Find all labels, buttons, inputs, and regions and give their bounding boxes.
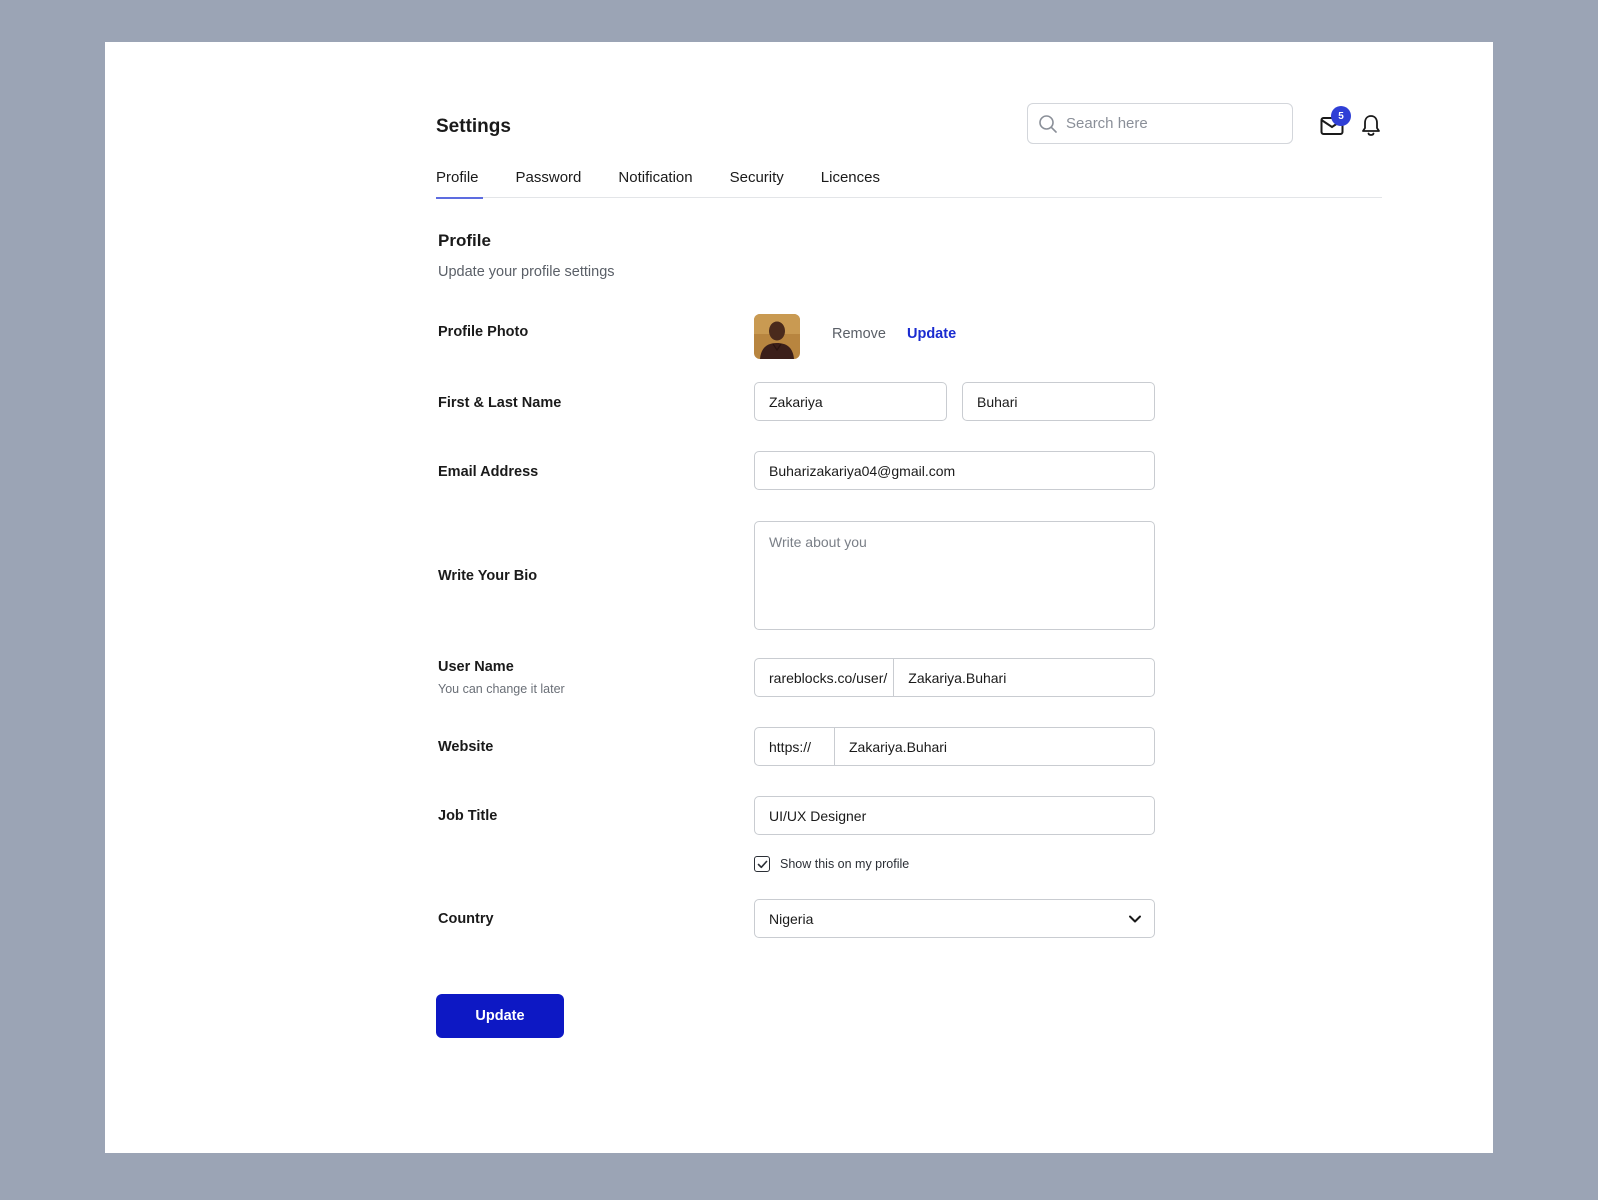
tab-profile[interactable]: Profile <box>436 166 483 199</box>
update-photo-button[interactable]: Update <box>907 326 956 342</box>
bio-textarea[interactable] <box>769 534 1140 624</box>
first-name-field[interactable] <box>754 382 947 421</box>
country-select[interactable]: Nigeria <box>754 899 1155 938</box>
page-title: Settings <box>436 116 511 137</box>
tab-notification[interactable]: Notification <box>618 166 692 198</box>
country-value: Nigeria <box>769 910 814 927</box>
email-input[interactable] <box>769 462 1140 479</box>
username-prefix: rareblocks.co/user/ <box>769 659 895 696</box>
messages-button[interactable]: 5 <box>1320 106 1351 136</box>
website-input[interactable] <box>849 738 1140 755</box>
name-label: First & Last Name <box>438 395 562 411</box>
job-title-field[interactable] <box>754 796 1155 835</box>
username-field[interactable]: rareblocks.co/user/ <box>754 658 1155 697</box>
country-label: Country <box>438 911 494 927</box>
website-field[interactable]: https:// <box>754 727 1155 766</box>
settings-tabs: Profile Password Notification Security L… <box>436 166 1382 199</box>
tab-password[interactable]: Password <box>516 166 582 198</box>
job-title-label: Job Title <box>438 808 498 824</box>
job-title-input[interactable] <box>769 807 1140 824</box>
chevron-down-icon <box>1129 915 1141 923</box>
username-label: User Name <box>438 659 514 675</box>
mail-count-badge: 5 <box>1331 106 1351 126</box>
username-hint: You can change it later <box>438 682 565 696</box>
show-on-profile-label: Show this on my profile <box>780 857 910 871</box>
notifications-button[interactable] <box>1361 114 1381 138</box>
show-on-profile-option[interactable]: Show this on my profile <box>754 856 909 872</box>
bio-field[interactable] <box>754 521 1155 630</box>
section-subtitle: Update your profile settings <box>438 264 615 280</box>
search-icon <box>1039 114 1057 133</box>
show-on-profile-checkbox[interactable] <box>754 856 770 872</box>
website-prefix: https:// <box>769 728 835 765</box>
tab-security[interactable]: Security <box>730 166 784 198</box>
search-box[interactable] <box>1027 103 1293 144</box>
tab-licences[interactable]: Licences <box>821 166 880 198</box>
website-label: Website <box>438 739 494 755</box>
email-label: Email Address <box>438 464 539 480</box>
search-input[interactable] <box>1066 115 1266 132</box>
section-title: Profile <box>438 231 491 250</box>
profile-photo-label: Profile Photo <box>438 324 529 340</box>
settings-card: Settings 5 Profile Password Notifi <box>105 42 1493 1153</box>
remove-photo-button[interactable]: Remove <box>832 326 886 342</box>
email-field[interactable] <box>754 451 1155 490</box>
username-input[interactable] <box>908 669 1140 686</box>
settings-content: Settings 5 Profile Password Notifi <box>436 42 1382 1153</box>
update-button[interactable]: Update <box>436 994 564 1038</box>
last-name-field[interactable] <box>962 382 1155 421</box>
bio-label: Write Your Bio <box>438 568 538 584</box>
check-icon <box>757 860 767 868</box>
first-name-input[interactable] <box>769 393 932 410</box>
avatar <box>754 314 800 359</box>
bell-icon <box>1362 115 1380 136</box>
last-name-input[interactable] <box>977 393 1140 410</box>
